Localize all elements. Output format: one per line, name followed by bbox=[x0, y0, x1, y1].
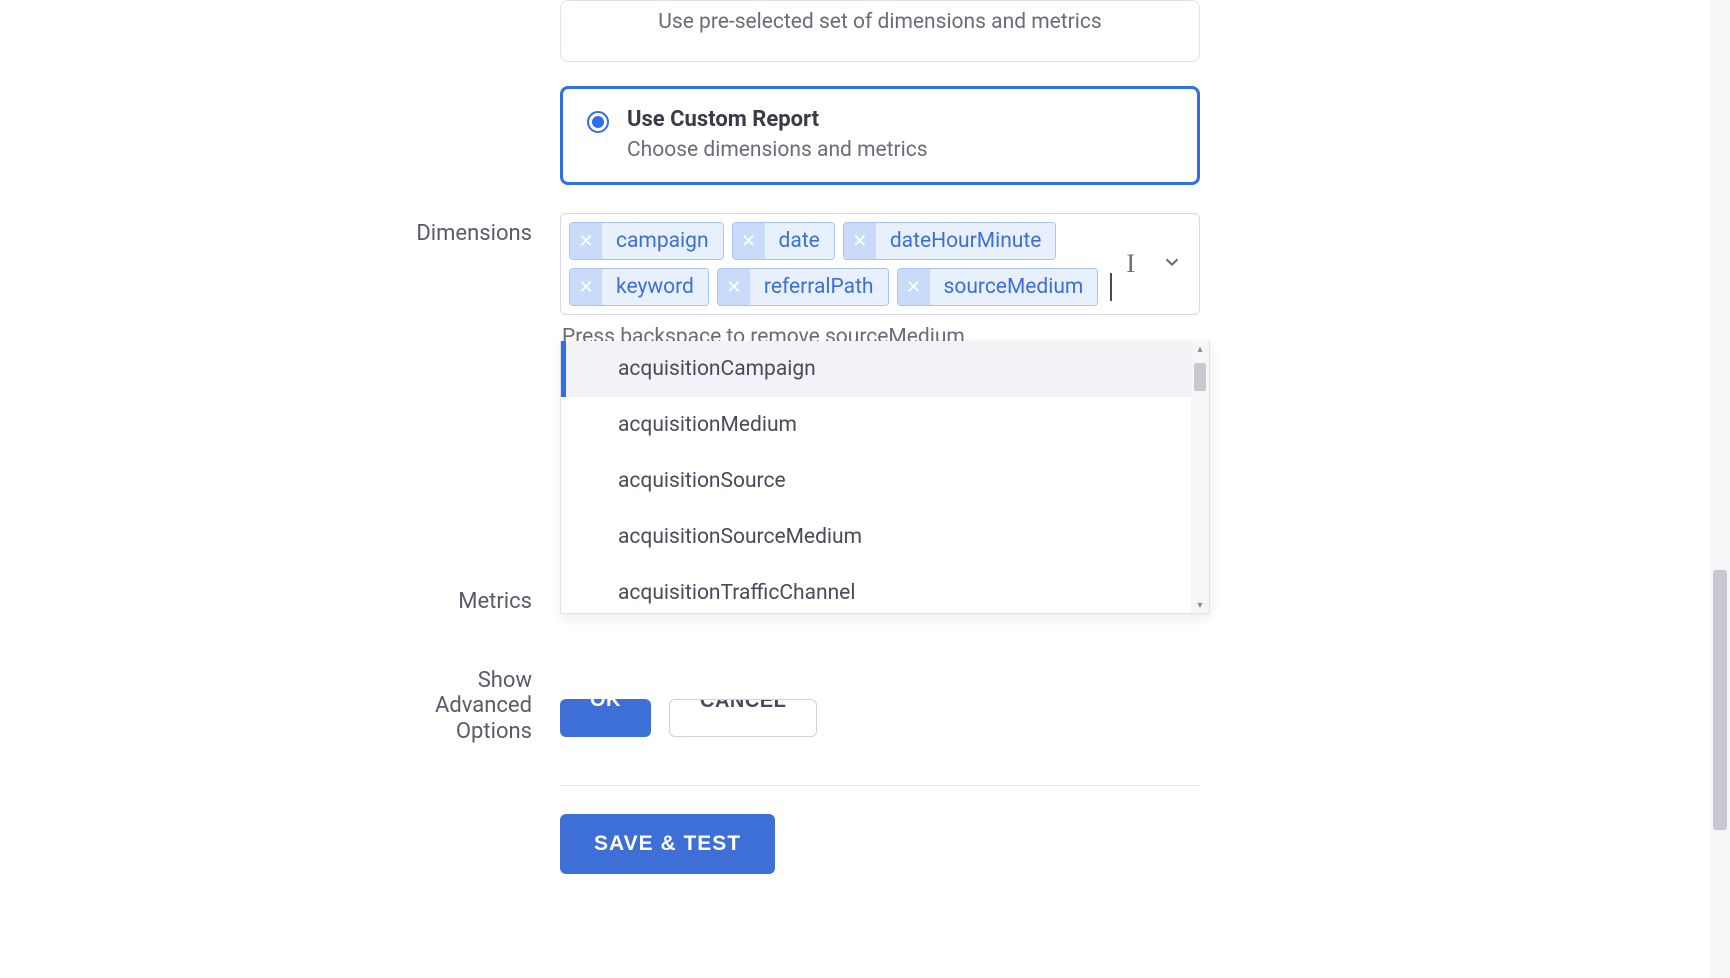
chip-date: ✕ date bbox=[732, 222, 835, 260]
chip-label: sourceMedium bbox=[930, 269, 1098, 305]
page-scroll-thumb[interactable] bbox=[1713, 570, 1727, 830]
chip-datehourminute: ✕ dateHourMinute bbox=[843, 222, 1057, 260]
option-acquisitionmedium[interactable]: acquisitionMedium bbox=[561, 397, 1209, 453]
chip-remove-keyword[interactable]: ✕ bbox=[570, 269, 602, 305]
option-acquisitiontrafficchannel[interactable]: acquisitionTrafficChannel bbox=[561, 565, 1209, 613]
option-acquisitionsourcemedium[interactable]: acquisitionSourceMedium bbox=[561, 509, 1209, 565]
save-and-test-button[interactable]: SAVE & TEST bbox=[560, 814, 775, 874]
radio-custom-report[interactable] bbox=[587, 111, 609, 133]
chip-referralpath: ✕ referralPath bbox=[717, 268, 889, 306]
chip-remove-datehourminute[interactable]: ✕ bbox=[844, 223, 876, 259]
chip-remove-campaign[interactable]: ✕ bbox=[570, 223, 602, 259]
chip-label: date bbox=[765, 223, 834, 259]
dimensions-label: Dimensions bbox=[390, 213, 560, 246]
scroll-up-arrow[interactable]: ▴ bbox=[1191, 341, 1209, 357]
dropdown-scrollbar[interactable]: ▴ ▾ bbox=[1191, 341, 1209, 613]
custom-report-title: Use Custom Report bbox=[627, 107, 928, 132]
ok-button[interactable]: OK bbox=[560, 699, 651, 737]
metrics-label: Metrics bbox=[390, 589, 560, 614]
section-divider bbox=[560, 785, 1200, 786]
option-acquisitioncampaign[interactable]: acquisitionCampaign bbox=[561, 341, 1209, 397]
text-cursor-icon: I bbox=[1126, 249, 1135, 279]
chip-sourcemedium: ✕ sourceMedium bbox=[897, 268, 1099, 306]
scroll-track[interactable] bbox=[1191, 357, 1209, 597]
radio-selected-dot bbox=[592, 116, 604, 128]
chip-label: dateHourMinute bbox=[876, 223, 1056, 259]
scroll-thumb[interactable] bbox=[1194, 363, 1206, 391]
dropdown-toggle[interactable] bbox=[1161, 251, 1183, 277]
chip-label: keyword bbox=[602, 269, 708, 305]
option-acquisitionsource[interactable]: acquisitionSource bbox=[561, 453, 1209, 509]
preselected-desc: Use pre-selected set of dimensions and m… bbox=[658, 10, 1101, 34]
custom-report-card[interactable]: Use Custom Report Choose dimensions and … bbox=[560, 86, 1200, 185]
chip-keyword: ✕ keyword bbox=[569, 268, 709, 306]
scroll-down-arrow[interactable]: ▾ bbox=[1191, 597, 1209, 613]
chip-remove-sourcemedium[interactable]: ✕ bbox=[898, 269, 930, 305]
chevron-down-icon bbox=[1161, 251, 1183, 273]
show-advanced-options-label: Show AdvancedOptions bbox=[390, 668, 560, 744]
dimensions-multiselect[interactable]: ✕ campaign ✕ date ✕ dateHourMinute ✕ key… bbox=[560, 213, 1200, 315]
preselected-report-card[interactable]: Use pre-selected set of dimensions and m… bbox=[560, 0, 1200, 62]
dimensions-dropdown: acquisitionCampaign acquisitionMedium ac… bbox=[560, 341, 1210, 614]
cancel-button[interactable]: CANCEL bbox=[669, 699, 817, 737]
chip-label: campaign bbox=[602, 223, 723, 259]
chip-remove-referralpath[interactable]: ✕ bbox=[718, 269, 750, 305]
custom-report-desc: Choose dimensions and metrics bbox=[627, 138, 928, 162]
page-scrollbar[interactable] bbox=[1710, 0, 1730, 978]
text-cursor bbox=[1110, 273, 1112, 301]
chip-campaign: ✕ campaign bbox=[569, 222, 724, 260]
chip-remove-date[interactable]: ✕ bbox=[733, 223, 765, 259]
chip-label: referralPath bbox=[750, 269, 888, 305]
